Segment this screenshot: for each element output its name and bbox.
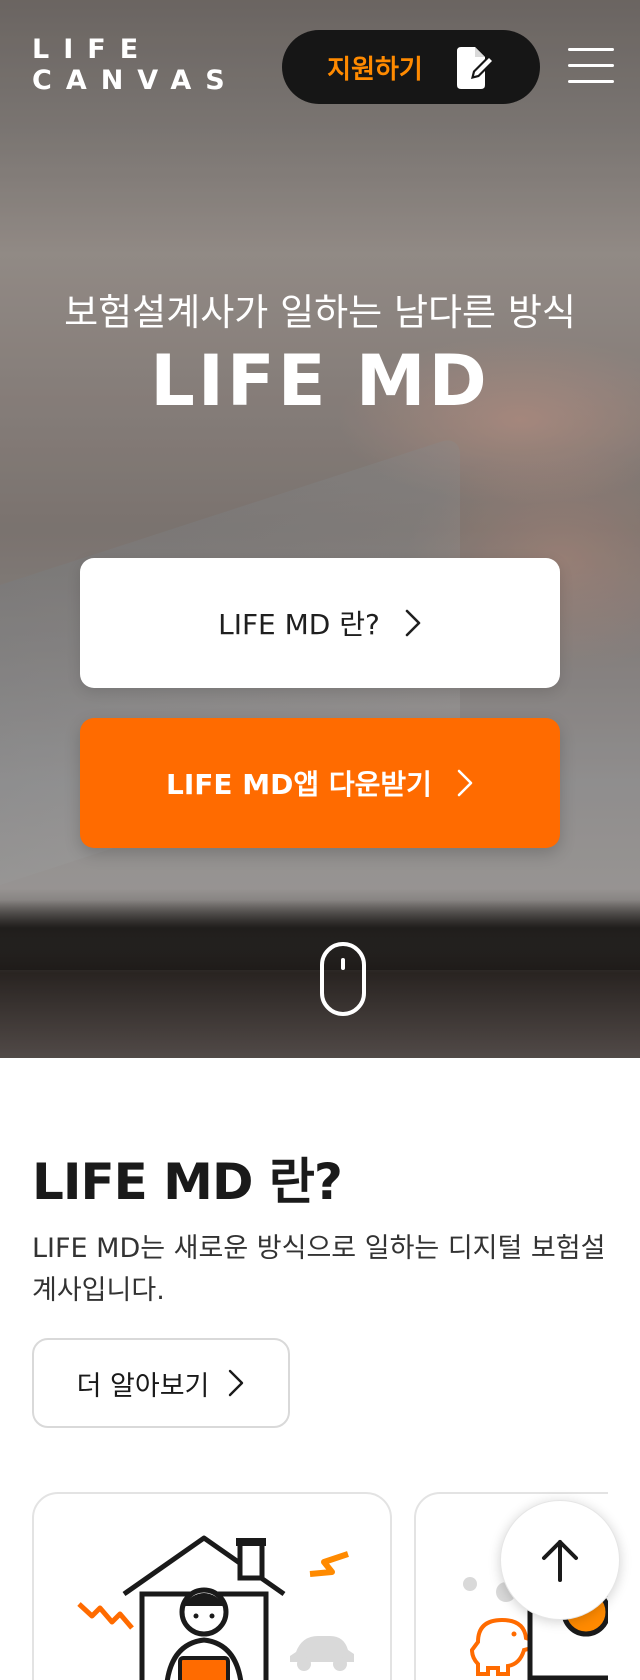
apply-button-label: 지원하기 [327,54,423,85]
site-logo[interactable]: LIFE CANVAS [32,34,239,96]
hero-subtitle: 보험설계사가 일하는 남다른 방식 [64,291,576,334]
hero-section: LIFE CANVAS 지원하기 보험설계사가 일하는 남다른 방식 LIFE … [0,0,640,1058]
app-download-button[interactable]: LIFE MD앱 다운받기 [80,718,560,848]
about-title: LIFE MD 란? [32,1153,343,1211]
chevron-right-icon [405,609,421,637]
learn-more-button[interactable]: 더 알아보기 [32,1338,290,1428]
apply-button[interactable]: 지원하기 [282,30,540,104]
arrow-up-icon [542,1540,578,1582]
life-md-intro-label: LIFE MD 란? [218,608,380,641]
life-md-intro-button[interactable]: LIFE MD 란? [80,558,560,688]
scroll-to-top-button[interactable] [500,1500,620,1620]
logo-line-2: CANVAS [32,65,239,96]
home-work-laptop-icon [77,1535,354,1680]
feature-card[interactable] [32,1492,392,1680]
hamburger-menu-icon[interactable] [568,48,614,84]
chevron-right-icon [229,1369,244,1397]
chevron-right-icon [457,769,473,797]
learn-more-label: 더 알아보기 [76,1370,210,1402]
about-description: LIFE MD는 새로운 방식으로 일하는 디지털 보험설계사입니다. [32,1233,606,1306]
logo-line-1: LIFE [32,34,153,65]
hero-title: LIFE MD [150,340,490,422]
app-download-label: LIFE MD앱 다운받기 [166,768,432,801]
edit-document-icon [456,47,495,89]
mouse-scroll-icon[interactable] [320,942,366,1016]
